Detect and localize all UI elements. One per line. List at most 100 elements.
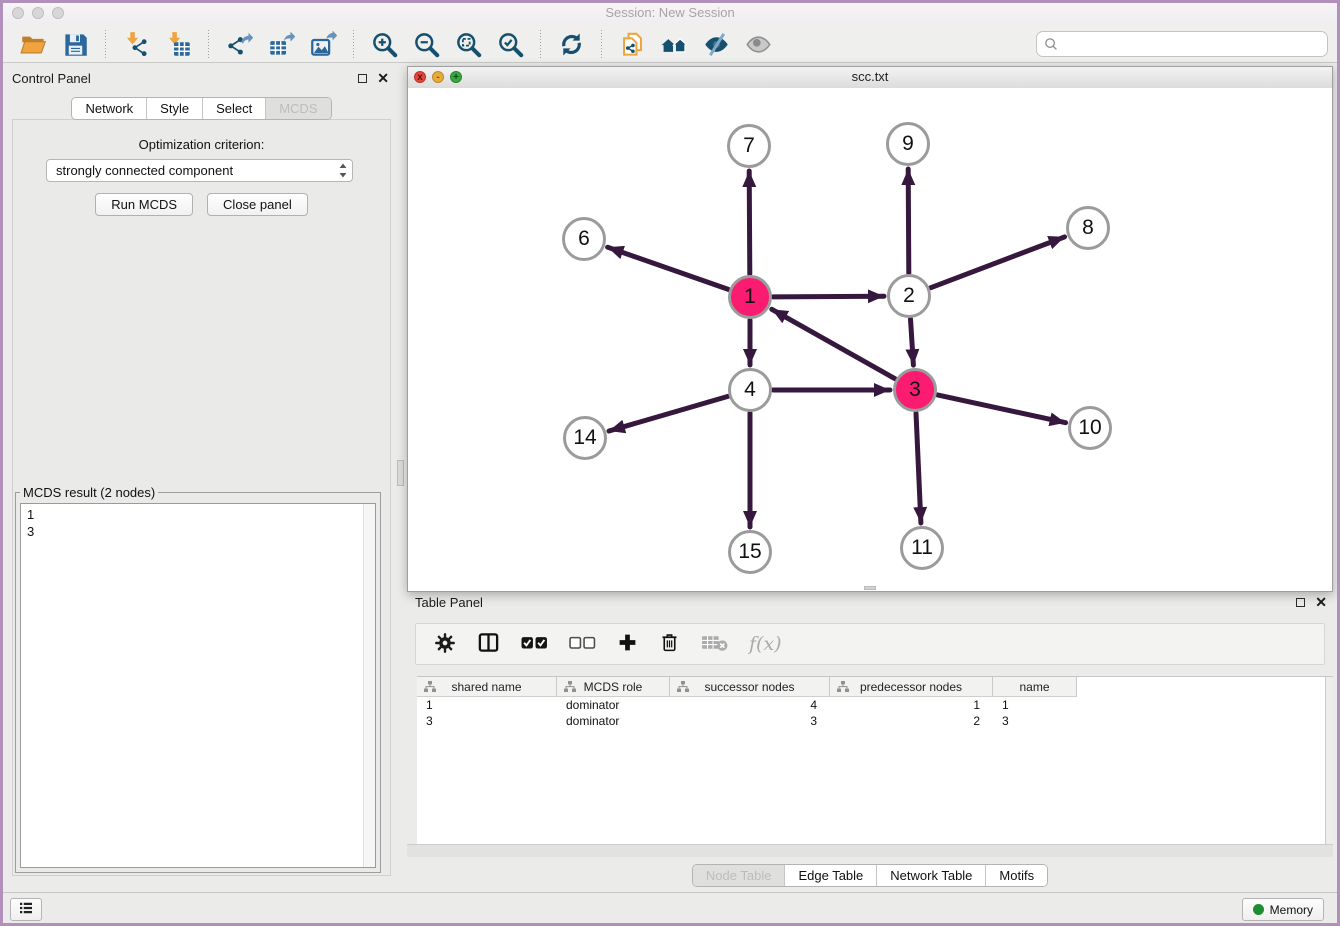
- graph-edge-2-9[interactable]: [908, 169, 909, 273]
- zoom-in-button[interactable]: [367, 28, 401, 60]
- search-box[interactable]: [1036, 31, 1328, 57]
- column-header-successor-nodes[interactable]: successor nodes: [670, 677, 830, 696]
- close-panel-button[interactable]: Close panel: [207, 193, 308, 216]
- cell-name: 3: [993, 713, 1077, 729]
- graph-node-9[interactable]: 9: [886, 122, 930, 166]
- delete-table-button[interactable]: [701, 633, 728, 655]
- table-tabs: Node TableEdge TableNetwork TableMotifs: [407, 864, 1333, 887]
- show-column-panel-button[interactable]: [477, 631, 500, 657]
- graph-node-15[interactable]: 15: [728, 530, 772, 574]
- tab-node-table[interactable]: Node Table: [693, 865, 786, 886]
- function-builder-button[interactable]: f(x): [749, 633, 782, 655]
- graph-node-11[interactable]: 11: [900, 526, 944, 570]
- network-resize-handle[interactable]: [864, 586, 876, 590]
- toolbar-separator: [105, 30, 106, 58]
- table-row[interactable]: 3dominator323: [417, 713, 1333, 729]
- table-row[interactable]: 1dominator411: [417, 697, 1333, 713]
- search-input[interactable]: [1060, 36, 1321, 53]
- toolbar-separator: [208, 30, 209, 58]
- delete-column-button[interactable]: [659, 632, 680, 656]
- float-table-panel-icon[interactable]: [1296, 598, 1305, 607]
- graph-edge-3-10[interactable]: [938, 395, 1066, 423]
- graph-node-7[interactable]: 7: [727, 124, 771, 168]
- graph-node-4[interactable]: 4: [728, 368, 772, 412]
- cell-name: 1: [993, 697, 1077, 713]
- graph-node-6[interactable]: 6: [562, 217, 606, 261]
- unselect-all-button[interactable]: [569, 636, 596, 653]
- cell-predecessor-nodes: 2: [830, 713, 993, 729]
- float-panel-icon[interactable]: [358, 74, 367, 83]
- show-all-button[interactable]: [741, 28, 775, 60]
- column-header-shared-name[interactable]: shared name: [417, 677, 557, 696]
- import-network-icon: [123, 31, 150, 58]
- open-file-button[interactable]: [16, 28, 50, 60]
- add-column-button[interactable]: [617, 632, 638, 656]
- graph-edge-2-8[interactable]: [931, 237, 1065, 288]
- graph-node-8[interactable]: 8: [1066, 206, 1110, 250]
- mcds-result-list[interactable]: 1 3: [20, 503, 376, 868]
- graph-node-10[interactable]: 10: [1068, 406, 1112, 450]
- save-session-button[interactable]: [58, 28, 92, 60]
- graph-edge-3-1[interactable]: [772, 309, 895, 378]
- tab-network[interactable]: Network: [72, 98, 147, 119]
- memory-button[interactable]: Memory: [1242, 898, 1324, 921]
- gear-icon: [434, 632, 456, 657]
- graph-node-1[interactable]: 1: [728, 275, 772, 319]
- refresh-button[interactable]: [554, 28, 588, 60]
- graph-edge-1-7[interactable]: [749, 171, 750, 274]
- tab-edge-table[interactable]: Edge Table: [785, 865, 877, 886]
- export-image-icon: [310, 31, 337, 58]
- result-scrollbar[interactable]: [363, 504, 375, 867]
- task-list-icon: [17, 899, 35, 920]
- window-title: Session: New Session: [0, 5, 1340, 20]
- table-scrollbar[interactable]: [1325, 677, 1333, 845]
- tab-motifs[interactable]: Motifs: [986, 865, 1047, 886]
- export-network-button[interactable]: [222, 28, 256, 60]
- first-neighbors-button[interactable]: [657, 28, 691, 60]
- duplicate-network-button[interactable]: [615, 28, 649, 60]
- column-header-name[interactable]: name: [993, 677, 1077, 696]
- node-table: shared nameMCDS rolesuccessor nodesprede…: [417, 676, 1333, 845]
- select-all-button[interactable]: [521, 636, 548, 653]
- cell-successor-nodes: 4: [670, 697, 830, 713]
- import-table-button[interactable]: [161, 28, 195, 60]
- close-panel-icon[interactable]: ✕: [377, 72, 389, 84]
- maximize-view-icon[interactable]: +: [450, 71, 462, 83]
- zoom-fit-button[interactable]: [451, 28, 485, 60]
- graph-node-3[interactable]: 3: [893, 368, 937, 412]
- zoom-selected-button[interactable]: [493, 28, 527, 60]
- refresh-icon: [558, 31, 585, 58]
- trash-icon: [659, 632, 680, 656]
- column-header-mcds-role[interactable]: MCDS role: [557, 677, 670, 696]
- run-mcds-button[interactable]: Run MCDS: [95, 193, 193, 216]
- column-header-predecessor-nodes[interactable]: predecessor nodes: [830, 677, 993, 696]
- graph-node-14[interactable]: 14: [563, 416, 607, 460]
- graph-edge-2-3[interactable]: [911, 319, 914, 365]
- graph-edge-3-11[interactable]: [916, 413, 921, 523]
- save-session-icon: [62, 31, 89, 58]
- graph-edge-1-2[interactable]: [773, 296, 884, 297]
- log-console-button[interactable]: [10, 898, 42, 921]
- tab-style[interactable]: Style: [147, 98, 203, 119]
- graph-edge-1-6[interactable]: [608, 247, 729, 289]
- tab-mcds[interactable]: MCDS: [266, 98, 330, 119]
- graph-node-2[interactable]: 2: [887, 274, 931, 318]
- graph-edge-4-14[interactable]: [609, 396, 728, 431]
- hide-selected-button[interactable]: [699, 28, 733, 60]
- close-table-panel-icon[interactable]: ✕: [1315, 596, 1327, 608]
- tab-network-table[interactable]: Network Table: [877, 865, 986, 886]
- network-canvas[interactable]: 7 9 6 8 1 2 4 3 14 10 15 11: [408, 88, 1332, 591]
- import-network-button[interactable]: [119, 28, 153, 60]
- tab-select[interactable]: Select: [203, 98, 266, 119]
- network-window-titlebar[interactable]: x - + scc.txt: [408, 67, 1332, 89]
- panel-splitter-handle[interactable]: [397, 460, 404, 486]
- cell-shared-name: 1: [417, 697, 557, 713]
- show-all-icon: [745, 31, 772, 58]
- export-table-button[interactable]: [264, 28, 298, 60]
- close-view-icon[interactable]: x: [414, 71, 426, 83]
- criterion-dropdown[interactable]: strongly connected component: [46, 159, 353, 182]
- minimize-view-icon[interactable]: -: [432, 71, 444, 83]
- table-settings-button[interactable]: [434, 632, 456, 657]
- export-image-button[interactable]: [306, 28, 340, 60]
- zoom-out-button[interactable]: [409, 28, 443, 60]
